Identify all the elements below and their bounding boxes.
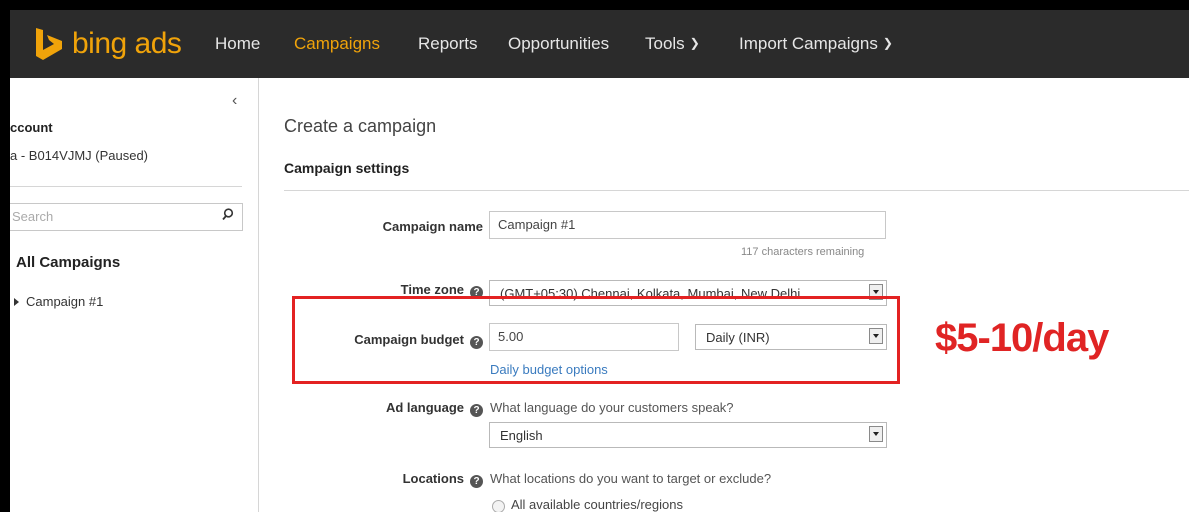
all-countries-label[interactable]: All available countries/regions [511, 497, 683, 512]
nav-tools[interactable]: Tools ❯ [645, 34, 700, 54]
campaign-item-label: Campaign #1 [26, 294, 104, 309]
search-input[interactable] [10, 204, 192, 228]
locations-label-text: Locations [402, 471, 464, 486]
ad-language-select[interactable]: English [489, 422, 887, 448]
question-circle-icon[interactable]: ? [470, 475, 483, 488]
chevron-down-icon: ❯ [689, 36, 700, 50]
nav-reports[interactable]: Reports [418, 34, 478, 54]
sidebar-campaign-item[interactable]: Campaign #1 [14, 294, 103, 309]
question-circle-icon[interactable]: ? [470, 404, 483, 417]
campaign-name-input[interactable]: Campaign #1 [489, 211, 886, 239]
top-nav-bar: bing ads Home Campaigns Reports Opportun… [10, 10, 1189, 78]
bing-logo-icon [36, 28, 62, 60]
nav-opportunities[interactable]: Opportunities [508, 34, 609, 54]
ad-language-question: What language do your customers speak? [490, 400, 734, 415]
section-divider [284, 190, 1189, 191]
bing-ads-logo[interactable]: bing ads [32, 24, 182, 64]
nav-import-label: Import Campaigns [739, 34, 878, 53]
dropdown-arrow-icon[interactable] [869, 426, 883, 442]
nav-tools-label: Tools [645, 34, 685, 53]
ad-language-label-text: Ad language [385, 400, 464, 415]
logo-text: bing ads [72, 27, 182, 60]
all-campaigns-link[interactable]: All Campaigns [16, 254, 120, 271]
ad-language-label: Ad language? [386, 400, 483, 417]
campaign-name-label: Campaign name [382, 219, 483, 234]
main-content: Create a campaign Campaign settings Camp… [259, 78, 1189, 512]
search-icon[interactable] [222, 208, 234, 220]
nav-home[interactable]: Home [215, 34, 260, 54]
chevron-left-icon[interactable]: ‹ [232, 92, 237, 110]
nav-import-campaigns[interactable]: Import Campaigns ❯ [739, 34, 893, 54]
account-heading: ccount [10, 120, 53, 135]
characters-remaining: 117 characters remaining [741, 246, 865, 258]
page-title: Create a campaign [284, 116, 437, 136]
time-zone-label-text: Time zone [400, 282, 464, 297]
bing-ads-app: bing ads Home Campaigns Reports Opportun… [10, 10, 1189, 512]
caret-right-icon[interactable] [14, 298, 19, 306]
sidebar: ‹ ccount a - B014VJMJ (Paused) All Campa… [10, 78, 259, 512]
budget-highlight-box [292, 296, 900, 384]
account-name[interactable]: a - B014VJMJ (Paused) [10, 148, 148, 163]
section-title: Campaign settings [284, 160, 410, 176]
nav-campaigns[interactable]: Campaigns [294, 34, 380, 54]
all-countries-radio[interactable] [492, 500, 505, 512]
locations-label: Locations? [403, 471, 483, 488]
search-box [10, 203, 243, 231]
budget-annotation: $5-10/day [935, 316, 1109, 360]
chevron-down-icon: ❯ [882, 36, 893, 50]
ad-language-value: English [500, 428, 543, 443]
locations-question: What locations do you want to target or … [490, 471, 772, 486]
divider [10, 186, 242, 187]
